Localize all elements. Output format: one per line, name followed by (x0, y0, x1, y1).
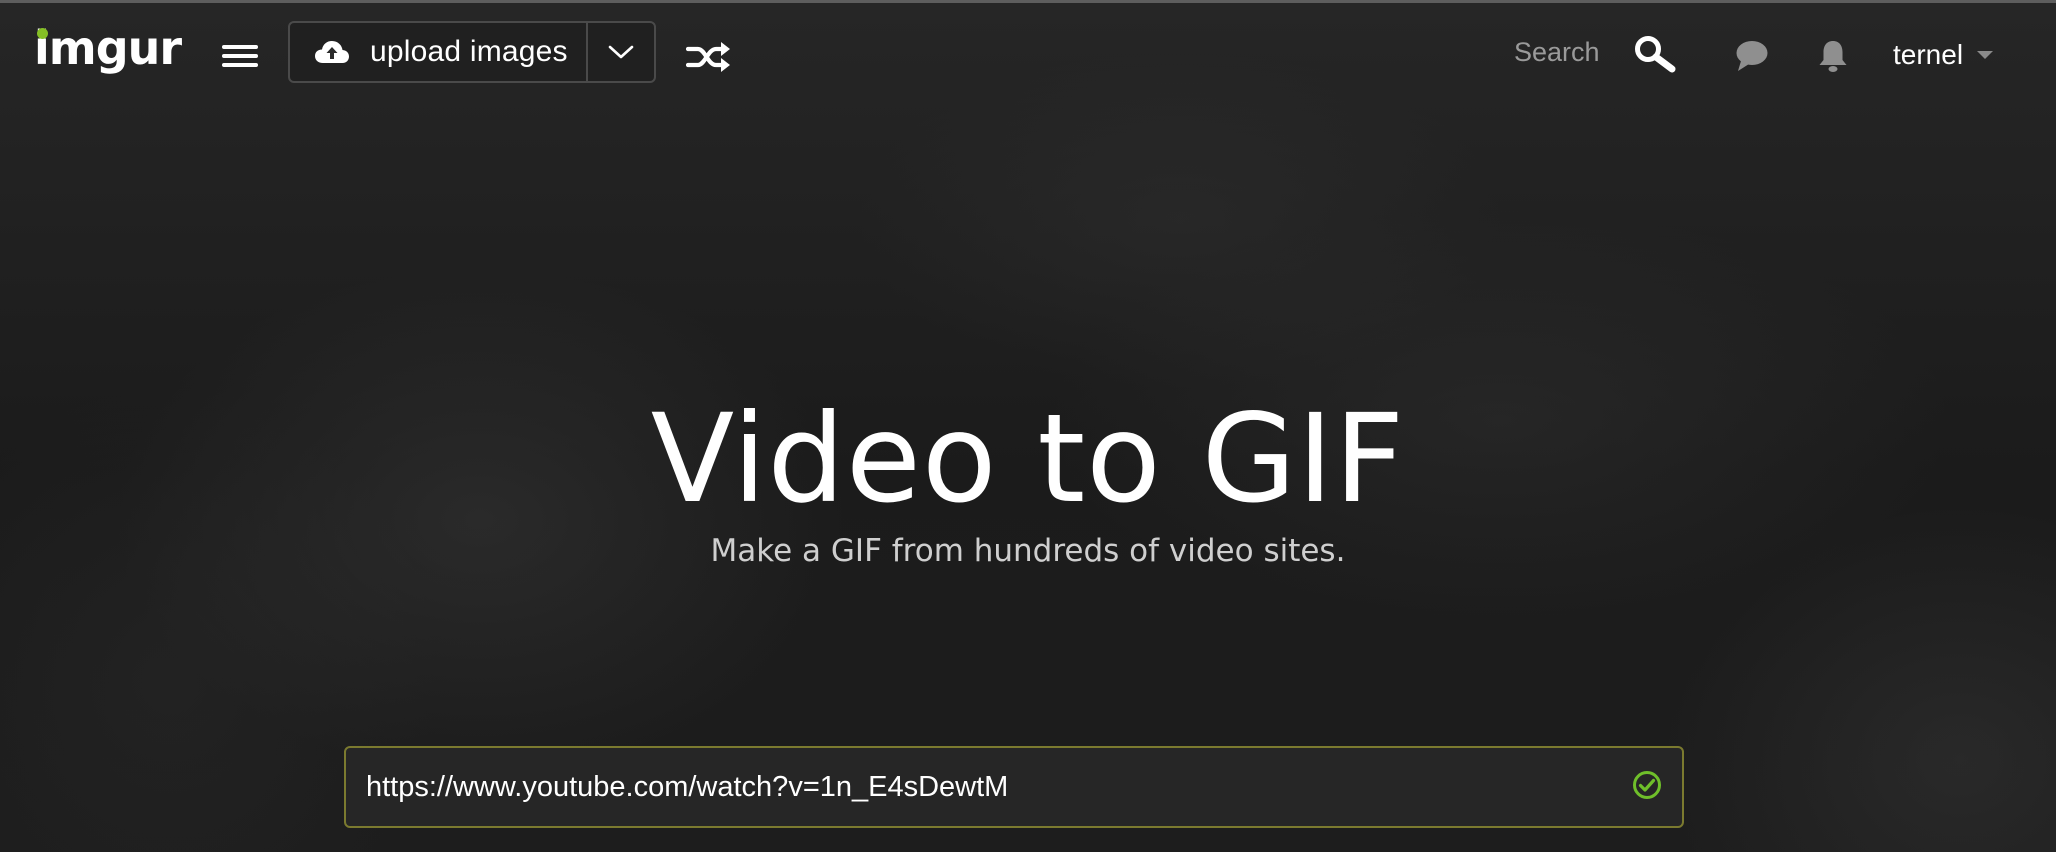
video-url-field (344, 746, 1684, 828)
search-field[interactable]: Search (1514, 37, 1600, 68)
upload-button-group: upload images (288, 21, 656, 83)
page-title: Video to GIF (650, 388, 1406, 530)
user-menu[interactable]: ternel (1893, 39, 1994, 71)
shuffle-icon[interactable] (686, 37, 732, 77)
search-icon[interactable] (1634, 36, 1678, 74)
logo-dot (37, 28, 48, 39)
top-navigation-bar: imgur upload images Search ternel (0, 3, 2056, 103)
chevron-down-icon (608, 45, 634, 59)
page-subtitle: Make a GIF from hundreds of video sites. (710, 533, 1346, 569)
chat-bubble-icon[interactable] (1735, 39, 1769, 73)
caret-down-icon (1977, 51, 1994, 59)
upload-images-button[interactable]: upload images (290, 23, 586, 81)
hamburger-icon[interactable] (222, 45, 258, 71)
bell-icon[interactable] (1817, 39, 1849, 73)
upload-options-dropdown[interactable] (588, 23, 654, 81)
check-circle-icon (1633, 771, 1661, 799)
upload-images-label: upload images (370, 35, 568, 68)
imgur-logo[interactable]: imgur (34, 25, 182, 71)
cloud-upload-icon (315, 41, 349, 63)
video-url-input[interactable] (366, 748, 1596, 826)
username: ternel (1893, 39, 1964, 70)
